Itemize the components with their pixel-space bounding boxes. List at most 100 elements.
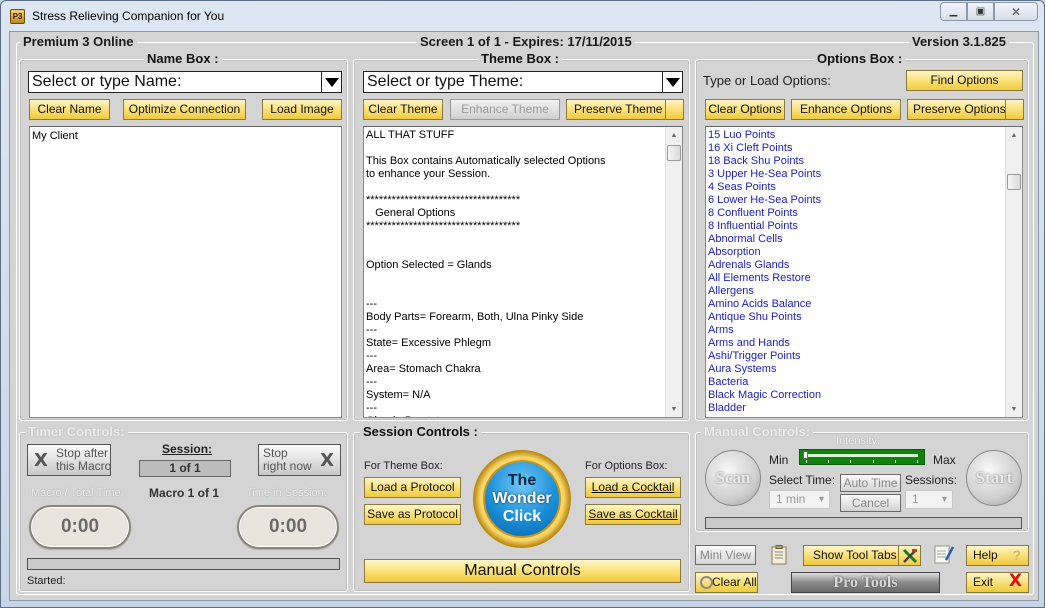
load-protocol-button[interactable]: Load a Protocol	[364, 477, 461, 498]
option-item[interactable]: Absorption	[708, 246, 1020, 259]
options-scrollbar[interactable]: ▲ ▼	[1005, 127, 1022, 417]
options-box-title: Options Box :	[814, 51, 906, 66]
minimize-icon: ▁	[949, 6, 958, 17]
session-label: Session:	[162, 442, 213, 456]
option-item[interactable]: Aura Systems	[708, 363, 1020, 376]
manual-controls-button[interactable]: Manual Controls	[364, 559, 681, 583]
option-item[interactable]: Ashi/Trigger Points	[708, 350, 1020, 363]
find-options-button[interactable]: Find Options	[906, 70, 1023, 91]
auto-time-button[interactable]: Auto Time	[840, 474, 901, 492]
option-item[interactable]: Arms	[708, 324, 1020, 337]
wonder-line3: Click	[502, 508, 542, 525]
session-controls-group: Session Controls : For Theme Box: Load a…	[353, 424, 690, 592]
preserve-theme-dropdown[interactable]	[665, 100, 683, 119]
sessions-select[interactable]: 1	[905, 490, 953, 509]
minimize-button[interactable]: ▁	[940, 2, 967, 21]
name-box-group: Name Box : Select or type Name: Clear Na…	[19, 51, 348, 421]
clear-theme-button[interactable]: Clear Theme	[363, 99, 443, 120]
scroll-down-icon[interactable]: ▼	[666, 401, 682, 417]
optimize-connection-button[interactable]: Optimize Connection	[123, 99, 246, 120]
stop-now-line1: Stop	[263, 446, 288, 460]
pro-tools-button[interactable]: Pro Tools	[791, 572, 940, 593]
timer-progress-bar	[27, 558, 340, 570]
scroll-up-icon[interactable]: ▲	[666, 127, 682, 143]
preserve-options-button[interactable]: Preserve Options	[907, 99, 1024, 120]
load-image-button[interactable]: Load Image	[262, 99, 342, 120]
name-combobox[interactable]: Select or type Name:	[28, 71, 342, 93]
theme-content: ALL THAT STUFF This Box contains Automati…	[366, 129, 680, 417]
session-time-display: 0:00	[237, 505, 339, 549]
clipboard-icon[interactable]	[770, 544, 788, 566]
option-item[interactable]: Allergens	[708, 285, 1020, 298]
theme-line: ---	[366, 402, 377, 414]
show-tool-tabs-button[interactable]: Show Tool Tabs	[803, 545, 921, 566]
name-textbox[interactable]: My Client	[29, 126, 342, 418]
preserve-options-dropdown[interactable]	[1005, 100, 1023, 119]
maximize-button[interactable]: ▣	[967, 2, 994, 21]
option-item[interactable]: 8 Confluent Points	[708, 207, 1020, 220]
enhance-options-button[interactable]: Enhance Options	[791, 99, 901, 120]
clear-options-button[interactable]: Clear Options	[705, 99, 785, 120]
option-item[interactable]: All Elements Restore	[708, 272, 1020, 285]
scan-button[interactable]: Scan	[705, 450, 761, 506]
clear-all-circle-icon	[700, 576, 713, 589]
session-controls-title: Session Controls :	[360, 424, 481, 439]
scroll-down-icon[interactable]: ▼	[1006, 401, 1022, 417]
theme-line: Gland= Prostate	[366, 415, 680, 417]
wonder-click-button[interactable]: The Wonder Click	[473, 450, 571, 548]
dropdown-arrow-icon[interactable]	[321, 72, 341, 92]
theme-textbox[interactable]: ALL THAT STUFF This Box contains Automati…	[363, 126, 683, 418]
option-item[interactable]: 8 Influential Points	[708, 220, 1020, 233]
option-item[interactable]: 15 Luo Points	[708, 129, 1020, 142]
start-button[interactable]: Start	[966, 450, 1022, 506]
option-item[interactable]: Bacteria	[708, 376, 1020, 389]
save-cocktail-button[interactable]: Save as Cocktail	[585, 504, 681, 525]
exit-button[interactable]: Exit X	[966, 572, 1029, 593]
help-button[interactable]: Help ?	[966, 545, 1029, 566]
maximize-icon: ▣	[975, 6, 986, 17]
option-item[interactable]: Abnormal Cells	[708, 233, 1020, 246]
enhance-theme-button[interactable]: Enhance Theme	[450, 99, 560, 120]
close-button[interactable]: ✕	[994, 2, 1038, 21]
theme-line: State= Excessive Phlegm	[366, 337, 492, 349]
option-item[interactable]: Amino Acids Balance	[708, 298, 1020, 311]
time-select[interactable]: 1 min	[769, 490, 830, 509]
option-item[interactable]: Antique Shu Points	[708, 311, 1020, 324]
theme-box-group: Theme Box : Select or type Theme: Clear …	[353, 51, 690, 421]
option-item[interactable]: 6 Lower He-Sea Points	[708, 194, 1020, 207]
scroll-thumb[interactable]	[1007, 174, 1021, 190]
options-listbox[interactable]: 15 Luo Points 16 Xi Cleft Points 18 Back S…	[705, 126, 1023, 418]
option-item[interactable]: 18 Back Shu Points	[708, 155, 1020, 168]
option-item[interactable]: 4 Seas Points	[708, 181, 1020, 194]
cancel-button[interactable]: Cancel	[840, 494, 901, 512]
preserve-theme-button[interactable]: Preserve Theme	[566, 99, 684, 120]
title-bar[interactable]: P3 Stress Relieving Companion for You ▁ …	[1, 1, 1044, 31]
for-options-box-label: For Options Box:	[585, 460, 668, 472]
client-name: My Client	[32, 130, 78, 142]
theme-combobox[interactable]: Select or type Theme:	[363, 71, 683, 93]
load-cocktail-button[interactable]: Load a Cocktail	[585, 477, 681, 498]
scroll-thumb[interactable]	[667, 145, 681, 161]
save-protocol-button[interactable]: Save as Protocol	[364, 504, 461, 525]
clear-all-button[interactable]: Clear All	[695, 572, 758, 593]
app-window: P3 Stress Relieving Companion for You ▁ …	[0, 0, 1045, 608]
help-label: Help	[973, 548, 998, 562]
clear-name-button[interactable]: Clear Name	[29, 99, 110, 120]
dropdown-arrow-icon[interactable]	[662, 72, 682, 92]
theme-line: ---	[366, 376, 377, 388]
stop-after-macro-button[interactable]: X Stop after this Macro	[27, 444, 111, 476]
stop-now-button[interactable]: Stop right now X	[258, 444, 341, 476]
slider-handle[interactable]	[803, 451, 808, 459]
theme-scrollbar[interactable]: ▲ ▼	[665, 127, 682, 417]
option-item[interactable]: Bladder	[708, 402, 1020, 415]
mini-view-button[interactable]: Mini View	[695, 545, 756, 565]
scroll-up-icon[interactable]: ▲	[1006, 127, 1022, 143]
intensity-min-label: Min	[769, 453, 789, 467]
notes-icon[interactable]	[932, 542, 956, 566]
option-item[interactable]: Arms and Hands	[708, 337, 1020, 350]
option-item[interactable]: 3 Upper He-Sea Points	[708, 168, 1020, 181]
option-item[interactable]: 16 Xi Cleft Points	[708, 142, 1020, 155]
option-item[interactable]: Adrenals Glands	[708, 259, 1020, 272]
intensity-slider[interactable]	[799, 449, 925, 465]
option-item[interactable]: Black Magic Correction	[708, 389, 1020, 402]
